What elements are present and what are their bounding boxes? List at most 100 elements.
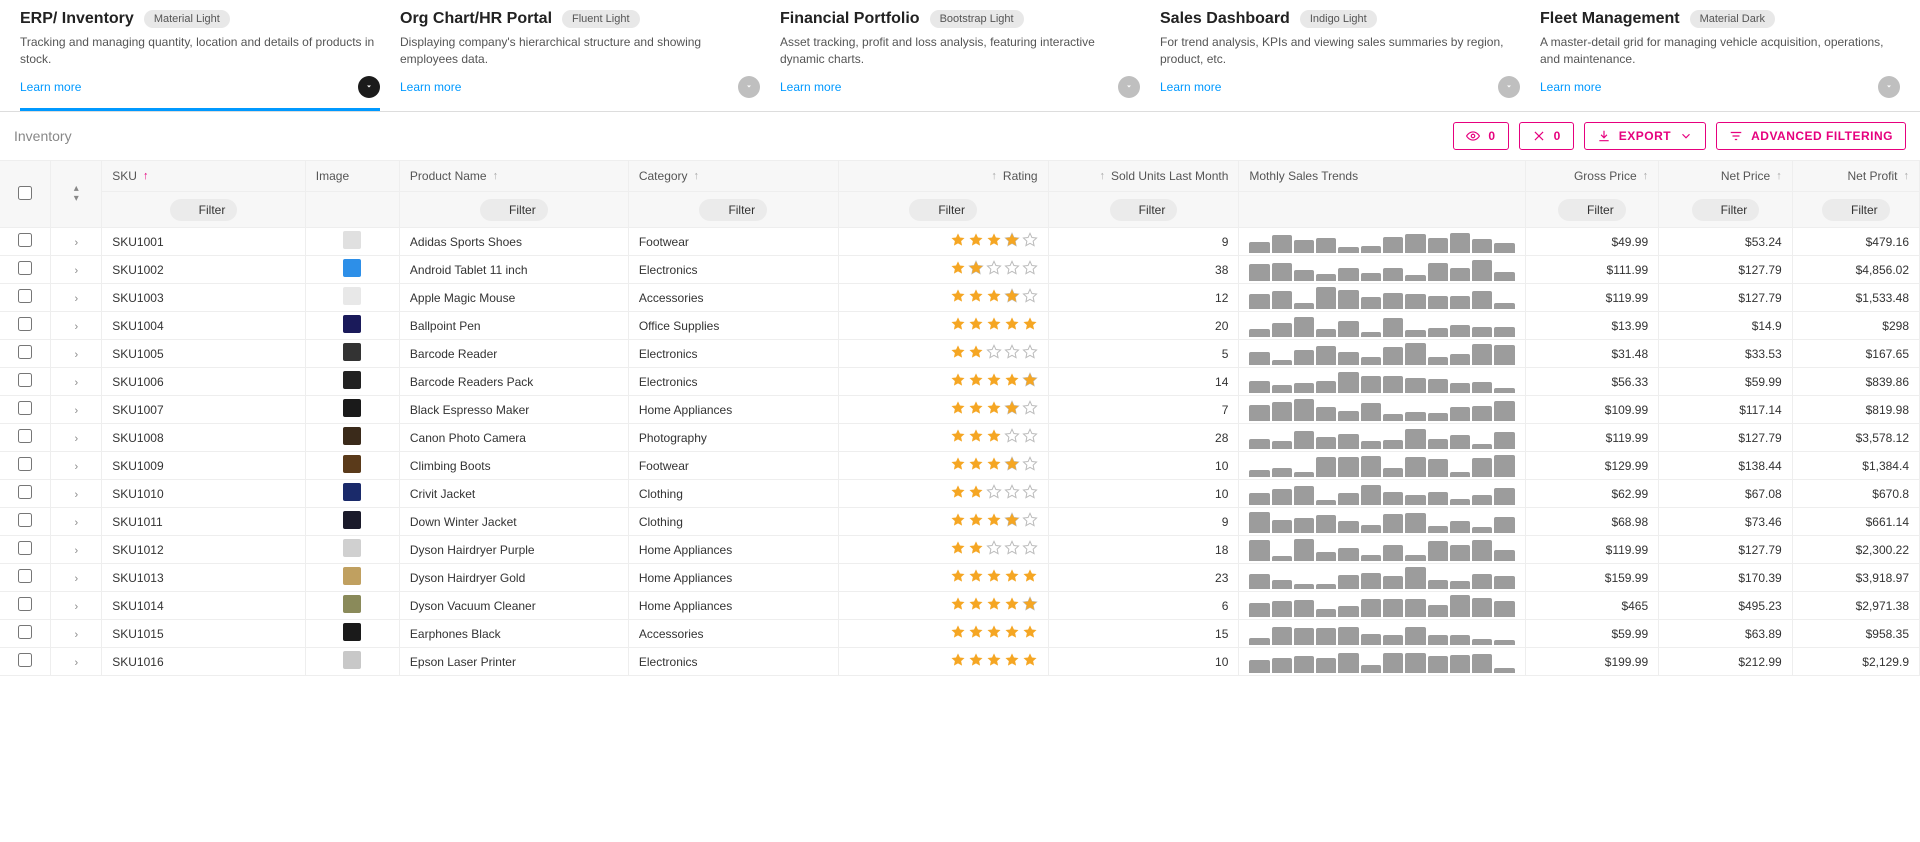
row-checkbox[interactable] <box>18 429 32 443</box>
cell-sku: SKU1003 <box>102 284 306 312</box>
tab-4[interactable]: Fleet Management Material Dark A master-… <box>1540 10 1900 111</box>
tab-0[interactable]: ERP/ Inventory Material Light Tracking a… <box>20 10 380 111</box>
row-checkbox[interactable] <box>18 345 32 359</box>
header-expand-cell: ▴▾ <box>51 161 102 228</box>
learn-more-link[interactable]: Learn more <box>1160 80 1221 94</box>
expand-row-icon[interactable]: › <box>74 433 78 445</box>
tab-title: Fleet Management <box>1540 10 1680 28</box>
row-checkbox[interactable] <box>18 233 32 247</box>
header-net[interactable]: Net Price↑ <box>1659 161 1793 192</box>
export-button[interactable]: EXPORT <box>1584 122 1706 150</box>
expand-row-icon[interactable]: › <box>74 237 78 249</box>
expand-row-icon[interactable]: › <box>74 321 78 333</box>
expand-row-icon[interactable]: › <box>74 405 78 417</box>
filter-chip-rating[interactable]: Filter <box>909 199 977 221</box>
cell-name: Dyson Hairdryer Gold <box>399 564 628 592</box>
header-category[interactable]: Category↑ <box>628 161 838 192</box>
learn-more-link[interactable]: Learn more <box>780 80 841 94</box>
expand-row-icon[interactable]: › <box>74 461 78 473</box>
product-thumbnail <box>343 259 361 277</box>
learn-more-link[interactable]: Learn more <box>1540 80 1601 94</box>
table-row: › SKU1008 Canon Photo Camera Photography… <box>0 424 1920 452</box>
header-profit[interactable]: Net Profit↑ <box>1792 161 1919 192</box>
filter-chip-net[interactable]: Filter <box>1692 199 1760 221</box>
row-checkbox[interactable] <box>18 457 32 471</box>
star-full-icon <box>968 512 984 528</box>
advanced-filtering-button[interactable]: ADVANCED FILTERING <box>1716 122 1906 150</box>
header-sku[interactable]: SKU↑ <box>102 161 306 192</box>
cell-net: $117.14 <box>1659 396 1793 424</box>
expand-row-icon[interactable]: › <box>74 517 78 529</box>
hidden-columns-button[interactable]: 0 <box>1453 122 1508 150</box>
cell-sold: 9 <box>1048 508 1239 536</box>
star-full-icon <box>1022 316 1038 332</box>
download-icon[interactable] <box>358 76 380 98</box>
row-checkbox[interactable] <box>18 485 32 499</box>
cell-gross: $465 <box>1525 592 1659 620</box>
filter-chip-profit[interactable]: Filter <box>1822 199 1890 221</box>
cell-gross: $68.98 <box>1525 508 1659 536</box>
cell-rating <box>838 536 1048 564</box>
expand-row-icon[interactable]: › <box>74 601 78 613</box>
tab-3[interactable]: Sales Dashboard Indigo Light For trend a… <box>1160 10 1520 111</box>
pinned-columns-button[interactable]: 0 <box>1519 122 1574 150</box>
select-all-checkbox[interactable] <box>18 186 32 200</box>
star-empty-icon <box>986 344 1002 360</box>
cell-rating <box>838 508 1048 536</box>
expand-row-icon[interactable]: › <box>74 489 78 501</box>
row-checkbox[interactable] <box>18 625 32 639</box>
cell-trend <box>1239 340 1525 368</box>
expand-row-icon[interactable]: › <box>74 657 78 669</box>
download-icon[interactable] <box>738 76 760 98</box>
row-checkbox[interactable] <box>18 597 32 611</box>
star-full-icon <box>950 344 966 360</box>
row-checkbox[interactable] <box>18 569 32 583</box>
filter-chip-gross[interactable]: Filter <box>1558 199 1626 221</box>
filter-chip-product[interactable]: Filter <box>480 199 548 221</box>
row-checkbox[interactable] <box>18 289 32 303</box>
tab-1[interactable]: Org Chart/HR Portal Fluent Light Display… <box>400 10 760 111</box>
expand-row-icon[interactable]: › <box>74 293 78 305</box>
row-checkbox[interactable] <box>18 653 32 667</box>
filter-chip-category[interactable]: Filter <box>699 199 767 221</box>
row-checkbox[interactable] <box>18 317 32 331</box>
star-empty-icon <box>1022 456 1038 472</box>
expand-row-icon[interactable]: › <box>74 377 78 389</box>
filter-sold: Filter <box>1048 192 1239 228</box>
expand-row-icon[interactable]: › <box>74 265 78 277</box>
expand-row-icon[interactable]: › <box>74 629 78 641</box>
header-trend[interactable]: Mothly Sales Trends <box>1239 161 1525 192</box>
star-full-icon <box>986 288 1002 304</box>
learn-more-link[interactable]: Learn more <box>400 80 461 94</box>
row-checkbox[interactable] <box>18 541 32 555</box>
filter-chip-sold[interactable]: Filter <box>1110 199 1178 221</box>
header-image[interactable]: Image <box>305 161 399 192</box>
row-checkbox[interactable] <box>18 401 32 415</box>
tab-2[interactable]: Financial Portfolio Bootstrap Light Asse… <box>780 10 1140 111</box>
expand-row-icon[interactable]: › <box>74 545 78 557</box>
header-product[interactable]: Product Name↑ <box>399 161 628 192</box>
product-thumbnail <box>343 595 361 613</box>
filter-chip-sku[interactable]: Filter <box>170 199 238 221</box>
tab-theme-badge: Fluent Light <box>562 10 639 28</box>
row-checkbox[interactable] <box>18 373 32 387</box>
table-row: › SKU1012 Dyson Hairdryer Purple Home Ap… <box>0 536 1920 564</box>
learn-more-link[interactable]: Learn more <box>20 80 81 94</box>
star-half-icon <box>968 260 984 276</box>
row-checkbox[interactable] <box>18 513 32 527</box>
star-full-icon <box>950 372 966 388</box>
header-checkbox-cell <box>0 161 51 228</box>
download-icon[interactable] <box>1498 76 1520 98</box>
cell-gross: $129.99 <box>1525 452 1659 480</box>
header-sold[interactable]: ↑Sold Units Last Month <box>1048 161 1239 192</box>
expand-row-icon[interactable]: › <box>74 573 78 585</box>
row-checkbox[interactable] <box>18 261 32 275</box>
download-icon[interactable] <box>1878 76 1900 98</box>
expand-row-icon[interactable]: › <box>74 349 78 361</box>
collapse-all-icon[interactable]: ▴▾ <box>74 184 79 204</box>
cell-trend <box>1239 648 1525 676</box>
header-gross[interactable]: Gross Price↑ <box>1525 161 1659 192</box>
download-icon[interactable] <box>1118 76 1140 98</box>
cell-name: Earphones Black <box>399 620 628 648</box>
header-rating[interactable]: ↑Rating <box>838 161 1048 192</box>
